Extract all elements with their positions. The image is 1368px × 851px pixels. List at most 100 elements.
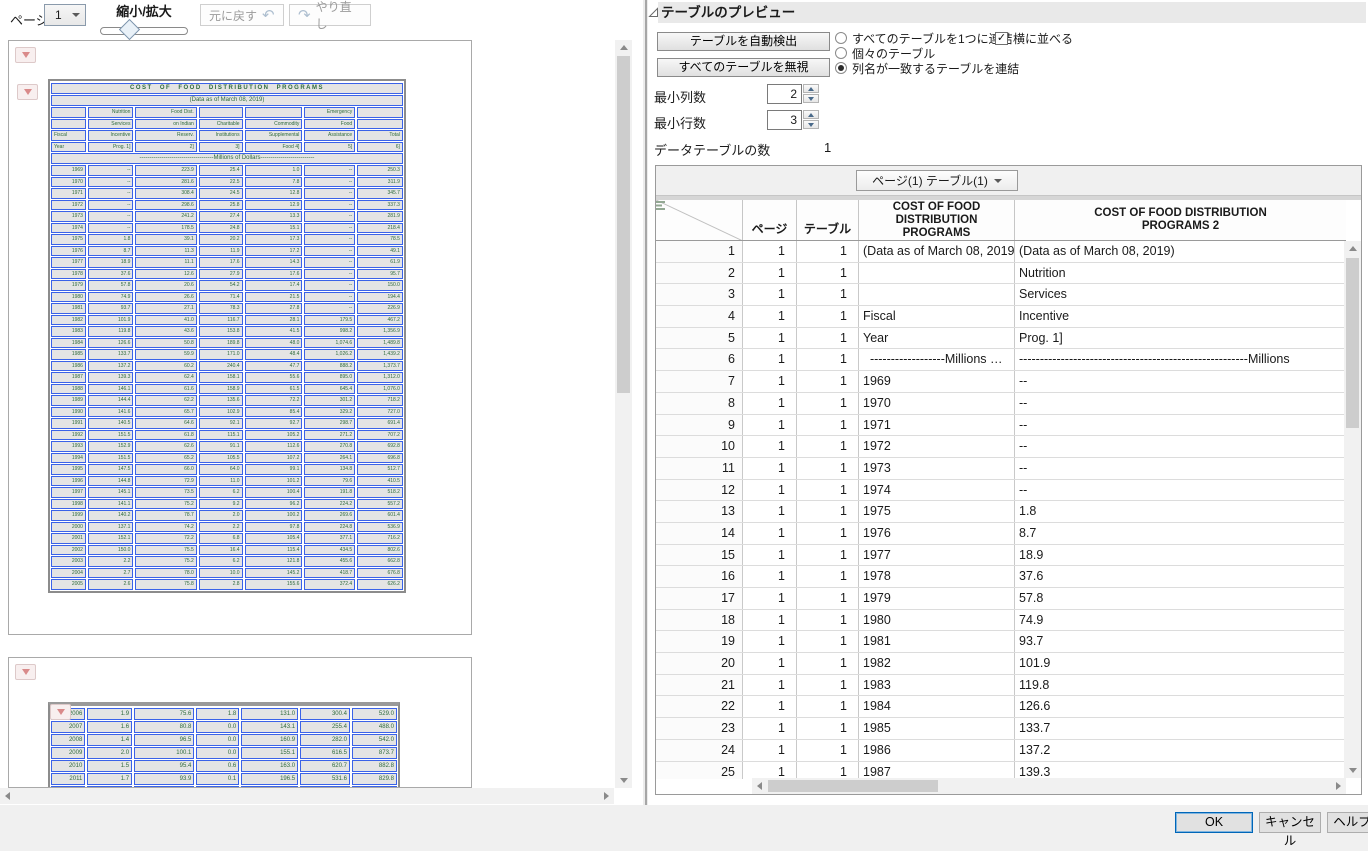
grid-corner-cell[interactable]	[656, 200, 743, 240]
page1-hotspot-button[interactable]	[15, 47, 36, 63]
table-cell[interactable]: 1	[797, 545, 859, 566]
row-number-cell[interactable]: 14	[656, 523, 743, 544]
page2-hotspot-button[interactable]	[15, 664, 36, 680]
t2-cell[interactable]: --	[1015, 393, 1346, 414]
scroll-right-arrow[interactable]	[599, 788, 614, 804]
side-by-side-checkbox[interactable]: ✓ 横に並べる	[995, 31, 1073, 45]
t2-cell[interactable]: --	[1015, 458, 1346, 479]
table-cell[interactable]: 1	[797, 328, 859, 349]
page-cell[interactable]: 1	[743, 328, 797, 349]
row-number-cell[interactable]: 16	[656, 566, 743, 587]
scroll-down-arrow[interactable]	[1344, 763, 1361, 778]
t1-cell[interactable]: 1982	[859, 653, 1015, 674]
page-cell[interactable]: 1	[743, 306, 797, 327]
t1-cell[interactable]: 1978	[859, 566, 1015, 587]
page-cell[interactable]: 1	[743, 631, 797, 652]
table-row[interactable]: 411FiscalIncentive	[656, 306, 1346, 328]
table-row[interactable]: 21111983119.8	[656, 675, 1346, 697]
scroll-right-arrow[interactable]	[1331, 778, 1346, 794]
stepper-up-button[interactable]	[803, 84, 819, 93]
t1-cell[interactable]: 1977	[859, 545, 1015, 566]
page-cell[interactable]: 1	[743, 436, 797, 457]
row-number-cell[interactable]: 19	[656, 631, 743, 652]
table-row[interactable]: 8111970--	[656, 393, 1346, 415]
grid-horizontal-scrollbar[interactable]	[752, 778, 1346, 794]
table-cell[interactable]: 1	[797, 458, 859, 479]
row-number-cell[interactable]: 17	[656, 588, 743, 609]
table-row[interactable]: 12111974--	[656, 480, 1346, 502]
t2-cell[interactable]: Prog. 1]	[1015, 328, 1346, 349]
row-number-cell[interactable]: 6	[656, 349, 743, 370]
table-row[interactable]: 141119768.7	[656, 523, 1346, 545]
t1-cell[interactable]: 1971	[859, 415, 1015, 436]
row-number-cell[interactable]: 21	[656, 675, 743, 696]
row-number-cell[interactable]: 4	[656, 306, 743, 327]
page-cell[interactable]: 1	[743, 501, 797, 522]
row-number-cell[interactable]: 2	[656, 263, 743, 284]
page-cell[interactable]: 1	[743, 349, 797, 370]
t1-cell[interactable]: 1975	[859, 501, 1015, 522]
row-number-cell[interactable]: 12	[656, 480, 743, 501]
column-header-page[interactable]: ページ	[743, 200, 797, 240]
table-cell[interactable]: 1	[797, 696, 859, 717]
left-vertical-scrollbar[interactable]	[615, 40, 632, 788]
scrollbar-thumb[interactable]	[1346, 258, 1359, 428]
page-cell[interactable]: 1	[743, 458, 797, 479]
columns-panel-icon[interactable]	[656, 200, 668, 211]
column-header-table[interactable]: テーブル	[797, 200, 859, 240]
t1-cell[interactable]: 1979	[859, 588, 1015, 609]
page-cell[interactable]: 1	[743, 545, 797, 566]
stepper-down-button[interactable]	[803, 120, 819, 129]
table-cell[interactable]: 1	[797, 306, 859, 327]
detected-table-page2[interactable]: 20061.975.61.8131.0300.4529.020071.680.8…	[48, 702, 400, 788]
t1-cell[interactable]: 1987	[859, 762, 1015, 780]
cancel-button[interactable]: キャンセル	[1259, 812, 1321, 833]
t1-cell[interactable]: ------------------Millions …	[859, 349, 1015, 370]
table2-hotspot-button[interactable]	[50, 704, 71, 720]
page-cell[interactable]: 1	[743, 241, 797, 262]
t1-cell[interactable]	[859, 263, 1015, 284]
zoom-slider-thumb[interactable]	[119, 19, 140, 40]
table-cell[interactable]: 1	[797, 588, 859, 609]
table-cell[interactable]: 1	[797, 415, 859, 436]
detected-table-page1[interactable]: COST OF FOOD DISTRIBUTION PROGRAMS(Data …	[48, 79, 406, 593]
page-cell[interactable]: 1	[743, 762, 797, 780]
page-cell[interactable]: 1	[743, 371, 797, 392]
page-cell[interactable]: 1	[743, 588, 797, 609]
t1-cell[interactable]: Fiscal	[859, 306, 1015, 327]
table-row[interactable]: 131119751.8	[656, 501, 1346, 523]
t2-cell[interactable]: Services	[1015, 284, 1346, 305]
t1-cell[interactable]: 1976	[859, 523, 1015, 544]
ignore-all-tables-button[interactable]: すべてのテーブルを無視	[657, 58, 830, 77]
row-number-cell[interactable]: 15	[656, 545, 743, 566]
row-number-cell[interactable]: 25	[656, 762, 743, 780]
table-cell[interactable]: 1	[797, 610, 859, 631]
t2-cell[interactable]: 57.8	[1015, 588, 1346, 609]
t1-cell[interactable]: (Data as of March 08, 2019)	[859, 241, 1015, 262]
scrollbar-thumb[interactable]	[617, 56, 630, 393]
page-cell[interactable]: 1	[743, 284, 797, 305]
table-cell[interactable]: 1	[797, 284, 859, 305]
t1-cell[interactable]: 1981	[859, 631, 1015, 652]
scroll-up-arrow[interactable]	[615, 40, 632, 55]
table-row[interactable]: 9111971--	[656, 415, 1346, 437]
table-row[interactable]: 611 ------------------Millions …--------…	[656, 349, 1346, 371]
table-row[interactable]: 1711197957.8	[656, 588, 1346, 610]
page-select-dropdown[interactable]: 1	[44, 4, 86, 26]
ok-button[interactable]: OK	[1175, 812, 1253, 833]
table-row[interactable]: 1611197837.6	[656, 566, 1346, 588]
page-cell[interactable]: 1	[743, 523, 797, 544]
page-cell[interactable]: 1	[743, 740, 797, 761]
table-row[interactable]: 10111972--	[656, 436, 1346, 458]
stepper-up-button[interactable]	[803, 110, 819, 119]
radio-individual-tables[interactable]: 個々のテーブル	[835, 46, 935, 60]
table-cell[interactable]: 1	[797, 263, 859, 284]
t1-cell[interactable]: 1983	[859, 675, 1015, 696]
row-number-cell[interactable]: 5	[656, 328, 743, 349]
t2-cell[interactable]: 126.6	[1015, 696, 1346, 717]
table-row[interactable]: 24111986137.2	[656, 740, 1346, 762]
page-cell[interactable]: 1	[743, 610, 797, 631]
t2-cell[interactable]: 119.8	[1015, 675, 1346, 696]
left-horizontal-scrollbar[interactable]	[0, 788, 614, 804]
page-cell[interactable]: 1	[743, 696, 797, 717]
